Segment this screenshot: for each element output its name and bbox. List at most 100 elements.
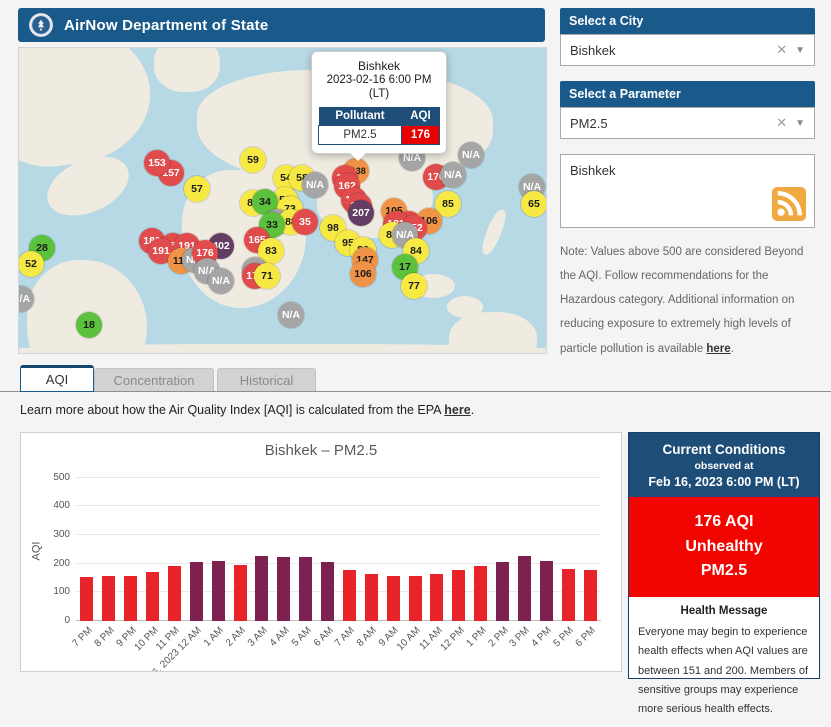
clear-icon[interactable]: ✕ <box>768 42 795 58</box>
tab-aqi[interactable]: AQI <box>20 364 94 392</box>
map-column: AirNow Department of State 2852N/A181571… <box>18 8 547 361</box>
chart-bar <box>211 560 225 621</box>
y-tick-label: 0 <box>64 614 70 626</box>
aqi-marker[interactable]: N/A <box>302 172 328 198</box>
tooltip-pollutant-value: PM2.5 <box>318 124 402 145</box>
gridline <box>76 476 601 478</box>
current-aqi-box: 176 AQI Unhealthy PM2.5 <box>629 496 819 598</box>
chart-bar <box>539 561 553 621</box>
chart-bar <box>364 574 378 621</box>
chart-bar <box>189 562 203 621</box>
caret-down-icon[interactable]: ▼ <box>795 118 805 129</box>
chart-bar <box>321 562 335 621</box>
health-message-title: Health Message <box>680 605 768 618</box>
y-tick-label: 300 <box>53 528 70 540</box>
sidebar: Select a City Bishkek ✕ ▼ Select a Param… <box>560 8 815 361</box>
chart-plot: 0 100 200 300 400 500 7 PM 8 PM 9 PM 10 PM 11 PM Fe… <box>53 472 601 671</box>
aqi-marker[interactable]: N/A <box>458 142 484 168</box>
tooltip-city: Bishkek <box>357 59 401 73</box>
current-conditions-panel: Current Conditions observed at Feb 16, 2… <box>628 431 820 715</box>
chart-bar <box>233 564 247 621</box>
rss-city-label: Bishkek <box>570 163 616 178</box>
aqi-marker[interactable]: 153 <box>144 150 170 176</box>
chart-bar <box>496 562 510 621</box>
tooltip-col-aqi: AQI <box>401 106 440 126</box>
parameter-select-value: PM2.5 <box>570 115 608 131</box>
world-map[interactable]: 2852N/A1815715359575458N/A52863473N/A883… <box>18 47 547 354</box>
chart-bar <box>146 571 160 621</box>
aqi-marker[interactable]: 207 <box>348 200 374 226</box>
current-conditions-title: Current Conditions <box>662 441 786 457</box>
chart-bar <box>452 569 466 621</box>
observed-at-label: observed at <box>694 459 754 472</box>
map-tooltip: Bishkek 2023-02-16 6:00 PM (LT) Pollutan… <box>311 51 447 161</box>
note-here-link[interactable]: here <box>706 343 730 355</box>
parameter-select[interactable]: PM2.5 ✕ ▼ <box>560 107 815 139</box>
chart-bar <box>342 569 356 621</box>
tooltip-table: Pollutant AQI PM2.5 176 <box>318 106 441 145</box>
landmass-antarctica <box>19 344 546 353</box>
clear-icon[interactable]: ✕ <box>768 115 795 131</box>
parameter-select-header: Select a Parameter <box>560 81 815 107</box>
aqi-marker[interactable]: 59 <box>240 147 266 173</box>
aqi-marker[interactable]: N/A <box>440 162 466 188</box>
city-select-widget: Select a City Bishkek ✕ ▼ <box>560 8 815 66</box>
note-text: Note: Values above 500 are considered Be… <box>560 246 804 355</box>
tooltip-aqi-value: 176 <box>400 124 441 145</box>
parameter-select-widget: Select a Parameter PM2.5 ✕ ▼ <box>560 81 815 139</box>
current-aqi-value: 176 AQI <box>694 512 754 530</box>
chart-bar <box>561 568 575 621</box>
city-select-header: Select a City <box>560 8 815 34</box>
tab-historical[interactable]: Historical <box>217 367 316 391</box>
gridline <box>76 505 601 507</box>
y-tick-label: 100 <box>53 586 70 598</box>
note-period: . <box>730 342 734 355</box>
landmass-greenland <box>154 48 220 92</box>
aqi-marker[interactable]: 106 <box>350 261 376 287</box>
health-message-box: Health Message Everyone may begin to exp… <box>629 597 819 727</box>
city-select[interactable]: Bishkek ✕ ▼ <box>560 34 815 66</box>
landmass-north-america <box>19 48 159 175</box>
current-aqi-pollutant: PM2.5 <box>700 562 748 580</box>
app-header: AirNow Department of State <box>18 8 545 42</box>
tooltip-timezone: (LT) <box>368 88 390 101</box>
chart-bar <box>124 575 138 621</box>
observed-datetime: Feb 16, 2023 6:00 PM (LT) <box>648 474 800 489</box>
chart-bar <box>408 576 422 621</box>
aqi-marker[interactable]: N/A <box>208 268 234 294</box>
aqi-marker[interactable]: N/A <box>278 302 304 328</box>
chart-bar <box>102 576 116 621</box>
learn-more-text: Learn more about how the Air Quality Ind… <box>20 402 445 417</box>
caret-down-icon[interactable]: ▼ <box>795 45 805 56</box>
landmass-south-america <box>27 260 147 353</box>
tooltip-datetime: 2023-02-16 6:00 PM <box>326 74 432 86</box>
department-of-state-seal-icon <box>28 12 54 38</box>
chart-bar <box>299 557 313 621</box>
aqi-marker[interactable]: 65 <box>521 191 546 217</box>
chart-bar <box>517 556 531 621</box>
aqi-marker[interactable]: 77 <box>401 273 427 299</box>
aqi-marker[interactable]: 57 <box>184 176 210 202</box>
aqi-marker[interactable]: 71 <box>254 263 280 289</box>
bottom-section: Bishkek – PM2.5 AQI 0 100 200 300 400 500 7 PM… <box>0 417 831 715</box>
page-title: AirNow Department of State <box>64 16 269 34</box>
learn-more-line: Learn more about how the Air Quality Ind… <box>0 392 831 417</box>
aqi-marker[interactable]: 35 <box>292 209 318 235</box>
chart-bar <box>255 556 269 621</box>
chart-y-axis-label: AQI <box>30 541 43 561</box>
chart-title: Bishkek – PM2.5 <box>264 441 378 459</box>
tooltip-col-pollutant: Pollutant <box>318 106 402 126</box>
rss-icon[interactable] <box>772 187 806 221</box>
current-aqi-category: Unhealthy <box>685 537 763 555</box>
y-tick-label: 500 <box>53 471 70 483</box>
aqi-marker[interactable]: 18 <box>76 312 102 338</box>
beyond-aqi-note: Note: Values above 500 are considered Be… <box>560 240 815 361</box>
chart-bar <box>167 566 181 621</box>
y-tick-label: 400 <box>53 500 70 512</box>
chart-bar <box>583 570 597 621</box>
health-message-text: Everyone may begin to experience health … <box>638 626 809 716</box>
learn-more-here-link[interactable]: here <box>444 403 470 417</box>
aqi-marker[interactable]: 52 <box>19 251 44 277</box>
tab-concentration[interactable]: Concentration <box>94 367 214 391</box>
chart-bar <box>386 576 400 621</box>
